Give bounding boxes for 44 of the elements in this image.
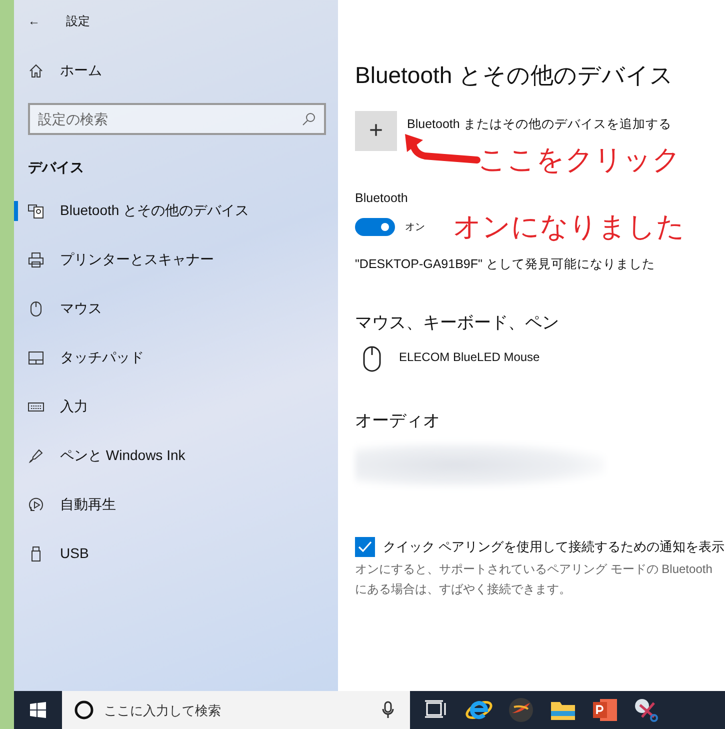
- toggle-state-text: オン: [405, 220, 425, 235]
- home-link[interactable]: ホーム: [14, 30, 338, 81]
- section-heading: マウス、キーボード、ペン: [355, 312, 560, 334]
- sidebar-item[interactable]: Bluetooth とその他のデバイス: [14, 186, 338, 235]
- sidebar-item[interactable]: 入力: [14, 382, 338, 431]
- window-title: 設定: [66, 13, 90, 30]
- annotation-text: オンになりました: [453, 213, 685, 242]
- description-text: にある場合は、すばやく接続できます。: [355, 581, 572, 598]
- mouse-icon: [363, 346, 381, 372]
- sidebar-item[interactable]: マウス: [14, 284, 338, 333]
- pen-icon: [28, 448, 44, 464]
- annotation-text: ここをクリック: [478, 146, 681, 174]
- bluetooth-device-icon: [28, 202, 44, 218]
- section-heading: デバイス: [27, 158, 85, 177]
- checkbox[interactable]: [355, 537, 375, 557]
- sidebar-item[interactable]: ペンと Windows Ink: [14, 431, 338, 480]
- add-device-button[interactable]: +: [355, 110, 397, 150]
- touchpad-icon: [28, 350, 44, 366]
- section-heading: オーディオ: [355, 410, 441, 432]
- sidebar-item[interactable]: タッチパッド: [14, 333, 338, 382]
- bluetooth-toggle[interactable]: [355, 218, 395, 236]
- discoverable-text: "DESKTOP-GA91B9F" として発見可能になりました: [355, 256, 656, 274]
- windows-logo-icon: [30, 702, 46, 718]
- sidebar-item[interactable]: プリンターとスキャナー: [14, 235, 338, 284]
- search-field[interactable]: 設定の検索: [28, 103, 326, 135]
- back-button[interactable]: ←: [28, 12, 40, 30]
- circle-icon[interactable]: [74, 700, 94, 720]
- page-title: Bluetooth とその他のデバイス: [355, 61, 675, 90]
- bluetooth-label: Bluetooth: [355, 190, 409, 206]
- autoplay-icon: [28, 496, 44, 512]
- description-text: オンにすると、サポートされているペアリング モードの Bluetooth: [355, 561, 714, 578]
- sidebar-item[interactable]: USB: [14, 529, 338, 578]
- checkmark-icon: [358, 541, 372, 553]
- search-icon: [302, 112, 316, 126]
- orb-icon[interactable]: [506, 695, 536, 725]
- add-device-label[interactable]: Bluetooth またはその他のデバイスを追加する: [407, 114, 672, 134]
- device-name[interactable]: ELECOM BlueLED Mouse: [399, 348, 540, 366]
- microphone-icon[interactable]: [382, 701, 394, 719]
- taskbar-search-field[interactable]: ここに入力して検索: [62, 691, 410, 729]
- mouse-icon: [28, 300, 44, 316]
- printer-icon: [28, 252, 44, 268]
- checkbox-label: クイック ペアリングを使用して接続するための通知を表示: [383, 538, 725, 556]
- home-icon: [28, 62, 44, 78]
- sidebar-item[interactable]: 自動再生: [14, 480, 338, 529]
